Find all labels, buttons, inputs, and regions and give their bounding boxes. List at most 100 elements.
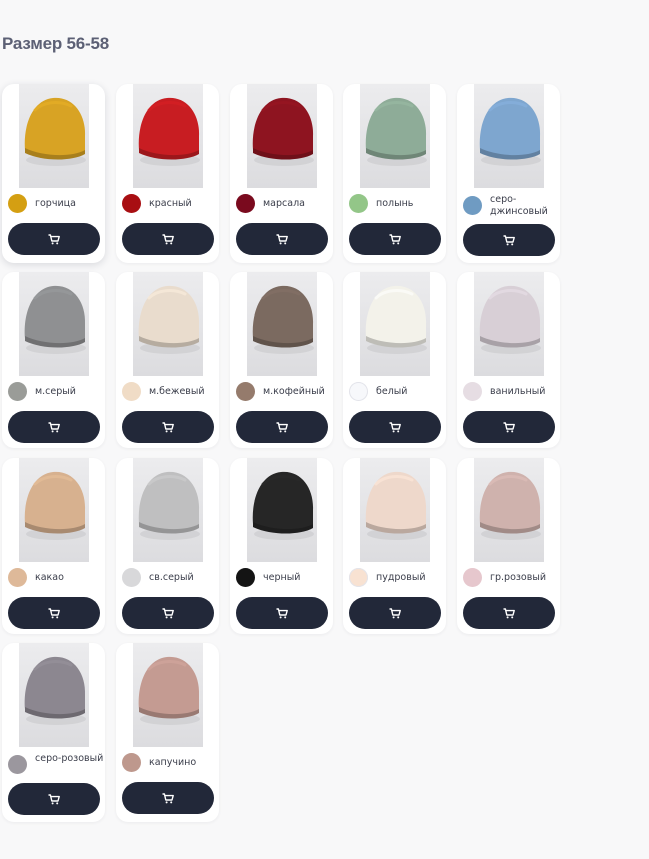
add-to-cart-button[interactable] xyxy=(349,223,441,255)
product-photo[interactable] xyxy=(474,458,544,562)
color-swatch[interactable] xyxy=(236,568,255,587)
section-title: Размер 56-58 xyxy=(2,34,110,53)
color-swatch[interactable] xyxy=(349,194,368,213)
add-to-cart-button[interactable] xyxy=(8,783,100,815)
color-label: пудровый xyxy=(376,572,426,583)
color-label: гр.розовый xyxy=(490,572,547,583)
product-card[interactable]: св.серый xyxy=(116,458,219,634)
add-to-cart-button[interactable] xyxy=(349,597,441,629)
cart-icon xyxy=(162,233,174,245)
color-label: полынь xyxy=(376,198,414,209)
color-swatch[interactable] xyxy=(463,382,482,401)
product-photo[interactable] xyxy=(247,458,317,562)
color-swatch[interactable] xyxy=(236,382,255,401)
product-card[interactable]: серо-розовый xyxy=(2,643,105,822)
color-label: черный xyxy=(263,572,301,583)
color-label: красный xyxy=(149,198,192,209)
product-photo[interactable] xyxy=(360,84,430,188)
cart-icon xyxy=(48,233,60,245)
product-photo[interactable] xyxy=(247,84,317,188)
product-card[interactable]: горчица xyxy=(2,84,105,263)
product-card[interactable]: черный xyxy=(230,458,333,634)
cart-icon xyxy=(503,234,515,246)
product-card[interactable]: какао xyxy=(2,458,105,634)
product-photo[interactable] xyxy=(133,643,203,747)
product-photo[interactable] xyxy=(133,458,203,562)
color-label: марсала xyxy=(263,198,305,209)
color-swatch[interactable] xyxy=(8,382,27,401)
cart-icon xyxy=(389,233,401,245)
color-label: капучино xyxy=(149,757,197,768)
product-card[interactable]: м.кофейный xyxy=(230,272,333,448)
product-photo[interactable] xyxy=(133,272,203,376)
color-label: м.кофейный xyxy=(263,386,325,397)
color-label: св.серый xyxy=(149,572,194,583)
add-to-cart-button[interactable] xyxy=(8,223,100,255)
product-card[interactable]: м.бежевый xyxy=(116,272,219,448)
cart-icon xyxy=(503,607,515,619)
product-card[interactable]: капучино xyxy=(116,643,219,822)
add-to-cart-button[interactable] xyxy=(122,597,214,629)
add-to-cart-button[interactable] xyxy=(8,411,100,443)
add-to-cart-button[interactable] xyxy=(122,223,214,255)
product-photo[interactable] xyxy=(474,84,544,188)
product-photo[interactable] xyxy=(247,272,317,376)
cart-icon xyxy=(389,607,401,619)
product-photo[interactable] xyxy=(19,272,89,376)
add-to-cart-button[interactable] xyxy=(8,597,100,629)
add-to-cart-button[interactable] xyxy=(463,411,555,443)
cart-icon xyxy=(48,607,60,619)
color-label: какао xyxy=(35,572,64,583)
color-swatch[interactable] xyxy=(8,568,27,587)
color-swatch[interactable] xyxy=(122,568,141,587)
product-card[interactable]: полынь xyxy=(343,84,446,263)
cart-icon xyxy=(48,421,60,433)
color-swatch[interactable] xyxy=(122,194,141,213)
product-photo[interactable] xyxy=(19,84,89,188)
product-photo[interactable] xyxy=(360,458,430,562)
product-photo[interactable] xyxy=(133,84,203,188)
add-to-cart-button[interactable] xyxy=(236,223,328,255)
add-to-cart-button[interactable] xyxy=(463,224,555,256)
cart-icon xyxy=(162,607,174,619)
color-label: серо-джинсовый xyxy=(490,194,548,217)
product-photo[interactable] xyxy=(19,643,89,747)
color-label: белый xyxy=(376,386,408,397)
add-to-cart-button[interactable] xyxy=(463,597,555,629)
add-to-cart-button[interactable] xyxy=(236,597,328,629)
product-photo[interactable] xyxy=(19,458,89,562)
color-swatch[interactable] xyxy=(463,196,482,215)
color-label: серо-розовый xyxy=(35,753,104,764)
add-to-cart-button[interactable] xyxy=(122,411,214,443)
color-label: горчица xyxy=(35,198,76,209)
product-card[interactable]: гр.розовый xyxy=(457,458,560,634)
cart-icon xyxy=(162,792,174,804)
add-to-cart-button[interactable] xyxy=(236,411,328,443)
color-label: м.серый xyxy=(35,386,76,397)
cart-icon xyxy=(276,233,288,245)
color-label: м.бежевый xyxy=(149,386,205,397)
cart-icon xyxy=(276,421,288,433)
product-card[interactable]: марсала xyxy=(230,84,333,263)
color-swatch[interactable] xyxy=(463,568,482,587)
product-photo[interactable] xyxy=(474,272,544,376)
cart-icon xyxy=(162,421,174,433)
cart-icon xyxy=(389,421,401,433)
color-swatch[interactable] xyxy=(349,568,368,587)
product-card[interactable]: белый xyxy=(343,272,446,448)
product-card[interactable]: красный xyxy=(116,84,219,263)
product-card[interactable]: пудровый xyxy=(343,458,446,634)
color-swatch[interactable] xyxy=(349,382,368,401)
product-photo[interactable] xyxy=(360,272,430,376)
color-swatch[interactable] xyxy=(122,753,141,772)
color-swatch[interactable] xyxy=(122,382,141,401)
product-card[interactable]: м.серый xyxy=(2,272,105,448)
add-to-cart-button[interactable] xyxy=(349,411,441,443)
product-card[interactable]: серо-джинсовый xyxy=(457,84,560,263)
add-to-cart-button[interactable] xyxy=(122,782,214,814)
color-swatch[interactable] xyxy=(8,194,27,213)
product-card[interactable]: ванильный xyxy=(457,272,560,448)
color-swatch[interactable] xyxy=(236,194,255,213)
product-page: Размер 56-58 горчица красный марсала пол… xyxy=(0,0,649,859)
color-swatch[interactable] xyxy=(8,755,27,774)
